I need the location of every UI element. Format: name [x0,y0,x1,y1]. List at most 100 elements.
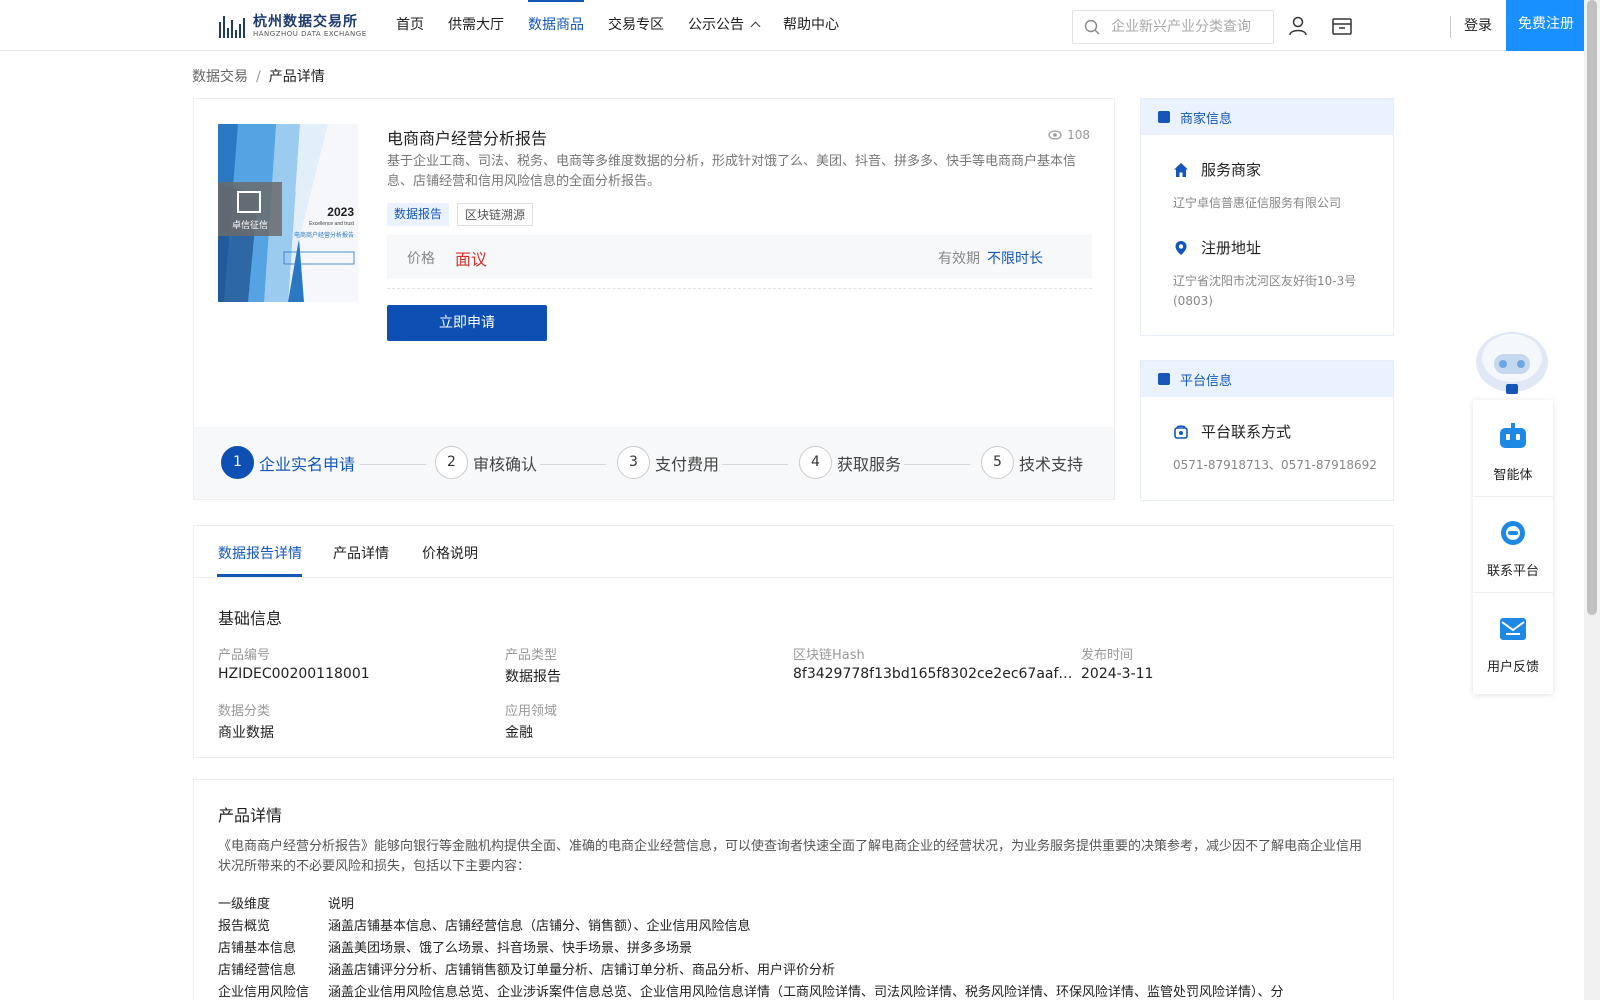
logo-name-en: HANGZHOU DATA EXCHANGE [253,29,367,38]
table-cell: 涵盖店铺评分分析、店铺销售额及订单量分析、店铺订单分析、商品分析、用户评价分析 [328,963,836,978]
step-connector [722,464,788,465]
tab-report-details[interactable]: 数据报告详情 [218,543,302,563]
active-tab-indicator [217,574,302,577]
platform-info-panel: 平台信息 平台联系方式 0571-87918713、0571-87918692 [1140,360,1394,501]
nav-home[interactable]: 首页 [384,0,436,51]
validity-value: 不限时长 [987,251,1043,267]
step-connector [540,464,606,465]
tab-price-notes[interactable]: 价格说明 [422,543,478,563]
merchant-panel-header: 商家信息 [1141,99,1393,135]
step-1: 1 企业实名申请 [221,446,355,479]
floating-menu: 智能体 联系平台 用户反馈 [1473,400,1553,694]
float-feedback[interactable]: 用户反馈 [1473,614,1553,675]
breadcrumb-root[interactable]: 数据交易 [192,69,248,85]
site-logo[interactable]: 杭州数据交易所 HANGZHOU DATA EXCHANGE [219,11,367,41]
service-merchant-label: 服务商家 [1201,161,1262,179]
cover-year: 2023 [327,205,354,219]
validity-label: 有效期 [938,251,980,267]
step-connector [904,464,970,465]
step-1-label: 企业实名申请 [259,454,356,474]
step-3-label: 支付费用 [655,454,720,474]
table-row: 店铺经营信息 涵盖店铺评分分析、店铺销售额及订单量分析、店铺订单分析、商品分析、用… [218,959,1368,981]
data-category-label: 数据分类 [218,704,271,719]
table-cell: 企业信用风险信 [218,985,310,1000]
application-field-label: 应用领域 [505,704,558,719]
application-field-value: 金融 [505,725,533,741]
float-agent-label: 智能体 [1493,468,1533,483]
table-cell: 店铺基本信息 [218,941,297,956]
nav-announcements[interactable]: 公示公告 [676,0,771,51]
breadcrumb: 数据交易 / 产品详情 [192,66,325,86]
product-detail-title: 产品详情 [218,806,283,825]
step-4-number: 4 [799,446,832,479]
nav-data-products[interactable]: 数据商品 [516,0,596,51]
search-box [1072,10,1274,44]
step-4-label: 获取服务 [837,454,902,474]
view-count-value: 108 [1067,128,1090,142]
step-3: 3 支付费用 [617,446,719,479]
nav-supply-demand[interactable]: 供需大厅 [436,0,516,51]
header-divider [1450,16,1451,38]
divider [1473,592,1553,593]
scrollbar-thumb[interactable] [1587,0,1597,615]
table-row: 店铺基本信息 涵盖美团场景、饿了么场景、抖音场景、快手场景、拼多多场景 [218,937,1368,959]
platform-panel-header: 平台信息 [1141,361,1393,397]
step-connector [360,464,426,465]
table-header-cell: 说明 [328,897,355,912]
cover-brand: 卓信征信 [232,219,268,230]
merchant-info-panel: 商家信息 服务商家 辽宁卓信普惠征信服务有限公司 注册地址 辽宁省沈阳市沈河区友… [1140,98,1394,336]
search-input[interactable] [1111,19,1271,35]
top-header: 杭州数据交易所 HANGZHOU DATA EXCHANGE 首页 供需大厅 数… [0,0,1586,51]
platform-panel-title: 平台信息 [1180,373,1233,389]
apply-now-button[interactable]: 立即申请 [387,305,547,341]
step-1-number: 1 [221,446,254,479]
nav-trading-zone[interactable]: 交易专区 [596,0,676,51]
register-button[interactable]: 免费注册 [1506,0,1586,51]
eye-icon [1048,130,1062,140]
price-box: 价格 面议 有效期 不限时长 [387,235,1092,279]
step-3-number: 3 [617,446,650,479]
step-5-number: 5 [981,446,1014,479]
user-icon[interactable] [1287,15,1309,37]
table-cell: 店铺经营信息 [218,963,297,978]
table-cell: 报告概览 [218,919,271,934]
float-contact-label: 联系平台 [1486,564,1539,579]
nav-help[interactable]: 帮助中心 [771,0,851,51]
application-steps: 1 企业实名申请 2 审核确认 3 支付费用 4 获取服务 5 技术支持 [194,427,1114,499]
view-count: 108 [1048,128,1090,142]
store-icon[interactable] [1331,15,1353,37]
divider [387,288,1092,289]
divider [1473,496,1553,497]
robot-icon [1500,423,1526,448]
login-link[interactable]: 登录 [1464,15,1492,35]
step-2: 2 审核确认 [435,446,537,479]
logo-mark-icon [219,14,247,38]
step-2-number: 2 [435,446,468,479]
mail-icon [1500,618,1526,640]
search-icon[interactable] [1073,19,1111,35]
registered-address-value: 辽宁省沈阳市沈河区友好街10-3号(0803) [1173,274,1357,308]
monitor-icon [1158,373,1170,385]
product-number-value: HZIDEC00200118001 [218,666,370,682]
platform-contact-label: 平台联系方式 [1201,423,1292,441]
platform-contact-row: 平台联系方式 [1173,421,1291,442]
price-value: 面议 [455,250,488,269]
logo-name: 杭州数据交易所 [253,13,358,30]
cover-title: 电商商户经营分析报告 [294,231,354,239]
shop-icon [1158,111,1170,123]
tab-product-details[interactable]: 产品详情 [333,543,389,563]
product-detail-text: 《电商商户经营分析报告》能够向银行等金融机构提供全面、准确的电商企业经营信息，可… [218,839,1363,874]
table-header-row: 一级维度 说明 [218,893,1368,915]
tag-data-report: 数据报告 [387,203,450,226]
publish-date-value: 2024-3-11 [1081,666,1154,682]
breadcrumb-current: 产品详情 [268,69,325,85]
float-agent[interactable]: 智能体 [1473,422,1553,483]
product-cover-image: 卓信征信 2023 Excellence and trust 电商商户经营分析报… [218,124,358,302]
product-description: 基于企业工商、司法、税务、电商等多维度数据的分析，形成针对饿了么、美团、抖音、拼… [387,154,1077,189]
nav-announcements-label: 公示公告 [688,17,744,33]
assistant-robot-icon[interactable] [1472,324,1552,404]
product-title: 电商商户经营分析报告 [387,129,548,148]
page-scrollbar[interactable] [1584,0,1600,1000]
registered-address-label: 注册地址 [1201,239,1262,257]
float-contact[interactable]: 联系平台 [1473,518,1553,579]
